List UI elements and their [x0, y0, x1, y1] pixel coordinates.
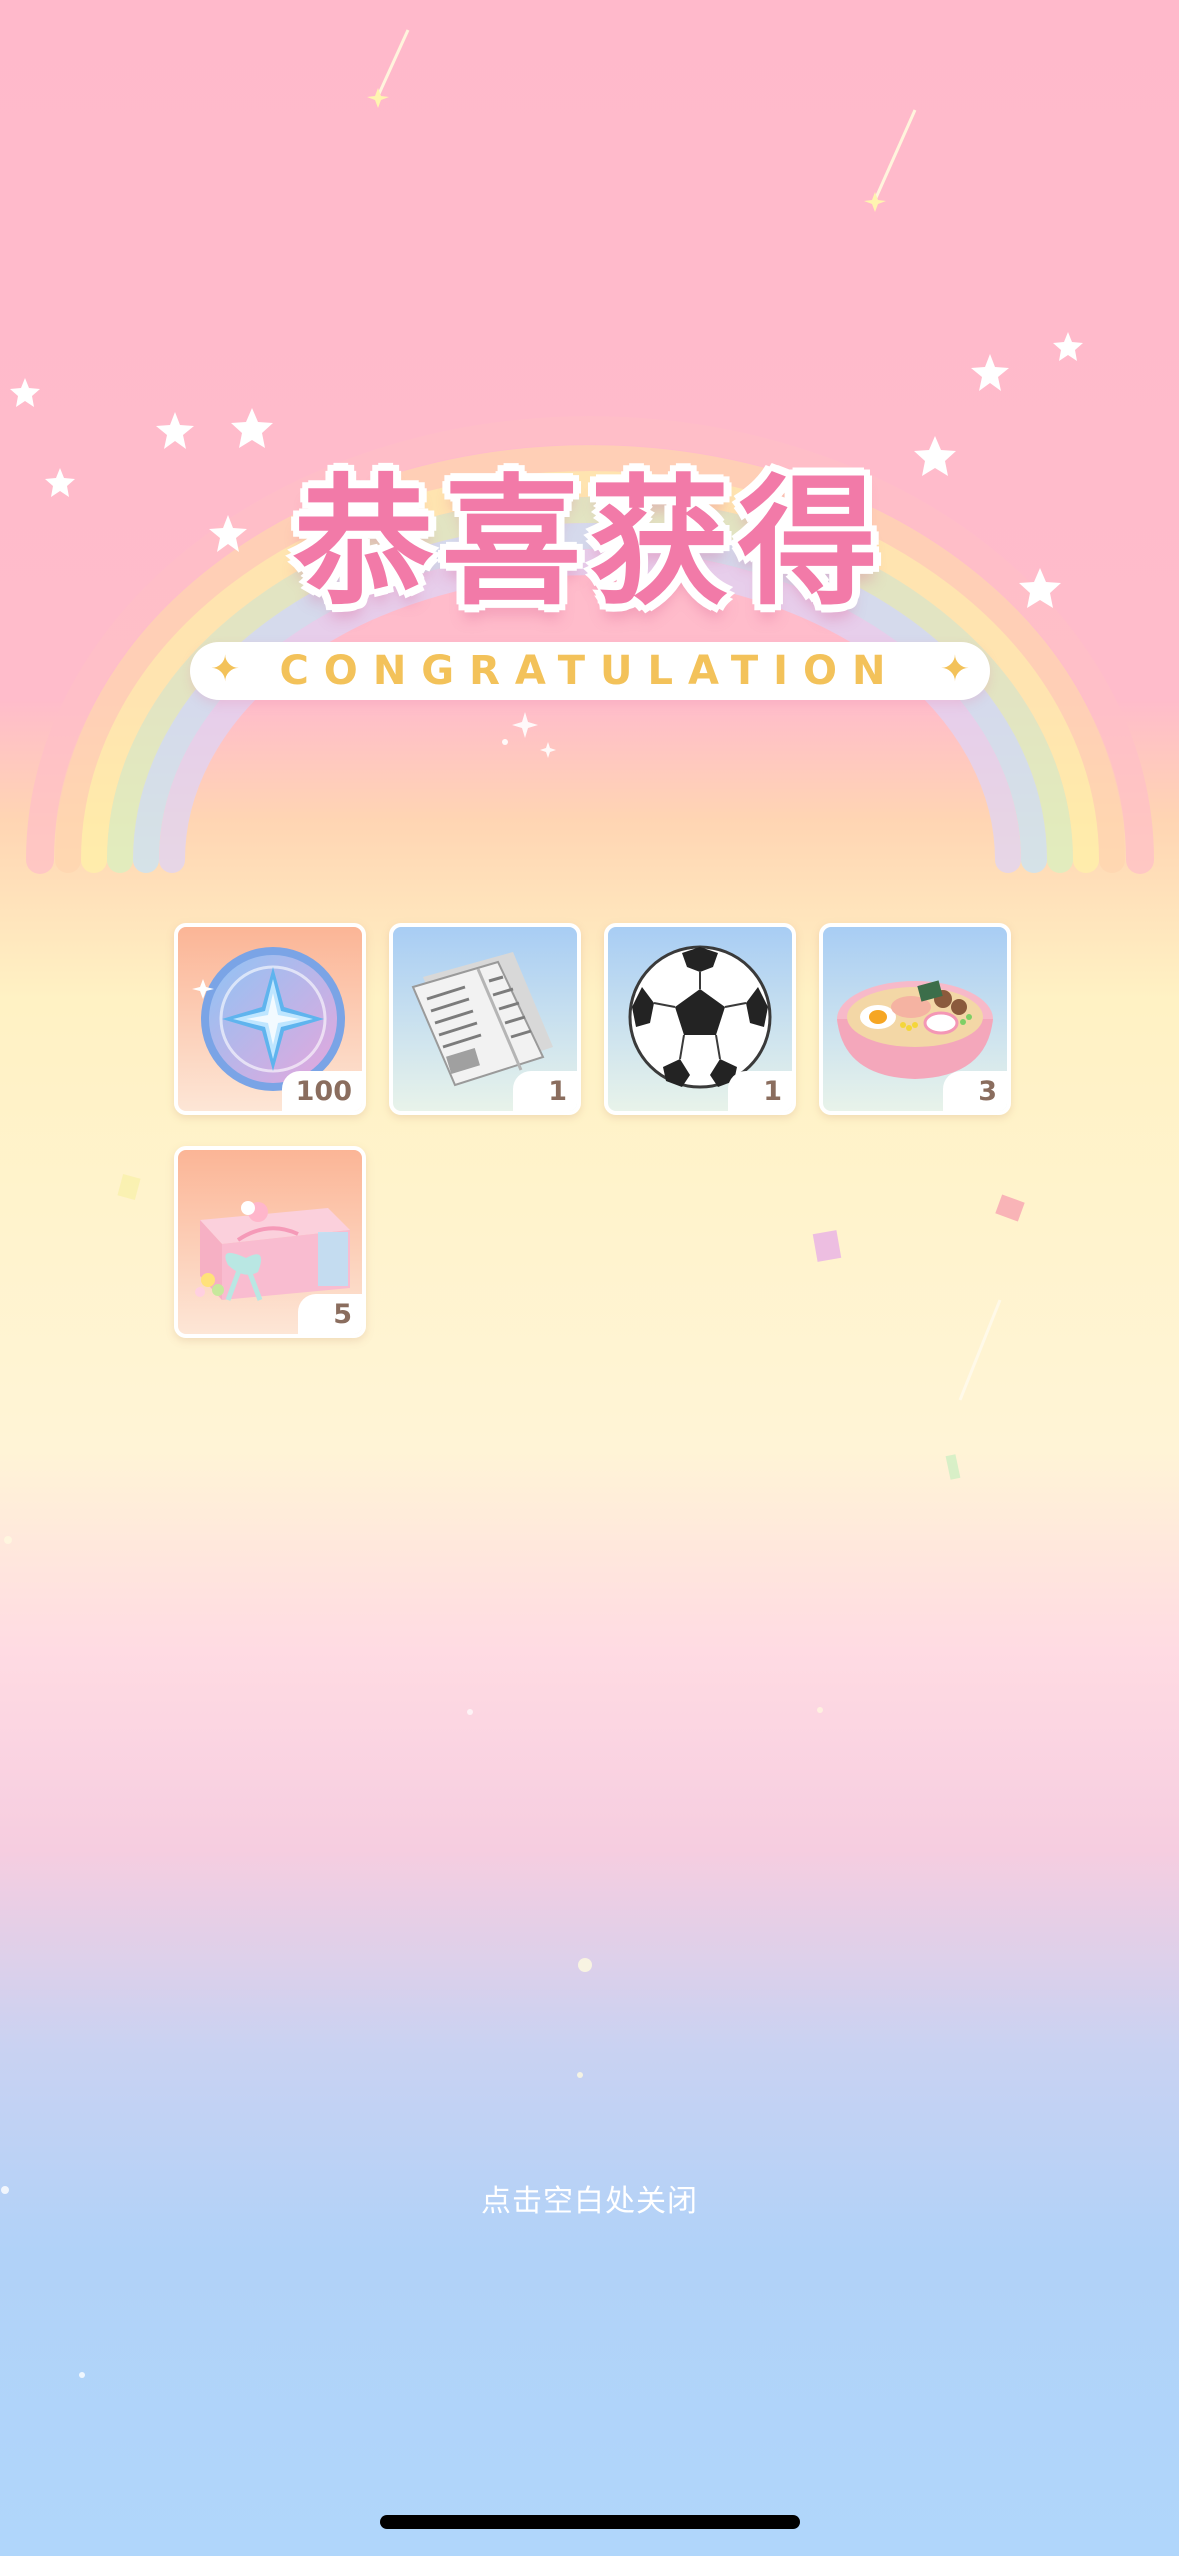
reward-item-newspaper[interactable]: 1	[389, 923, 581, 1115]
reward-item-soccer-ball[interactable]: 1	[604, 923, 796, 1115]
reward-count: 100	[281, 1071, 362, 1111]
sparkle-icon: ✦	[210, 649, 241, 690]
reward-item-gift-box[interactable]: 5	[174, 1146, 366, 1338]
subtitle-banner: ✦ CONGRATULATION ✦	[190, 642, 990, 700]
reward-count: 3	[943, 1071, 1007, 1111]
reward-count: 1	[728, 1071, 792, 1111]
sparkle-icon: ✦	[939, 649, 970, 690]
tap-to-close-hint[interactable]: 点击空白处关闭	[0, 2176, 1179, 2220]
home-indicator[interactable]	[380, 2515, 800, 2529]
reward-grid: 100 1 1 3 5	[174, 923, 1014, 1338]
reward-count: 5	[298, 1294, 362, 1334]
subtitle-text: CONGRATULATION	[279, 648, 901, 694]
reward-item-ramen-bowl[interactable]: 3	[819, 923, 1011, 1115]
reward-count: 1	[513, 1071, 577, 1111]
reward-item-star-coin[interactable]: 100	[174, 923, 366, 1115]
page-title: 恭喜获得	[293, 462, 886, 625]
